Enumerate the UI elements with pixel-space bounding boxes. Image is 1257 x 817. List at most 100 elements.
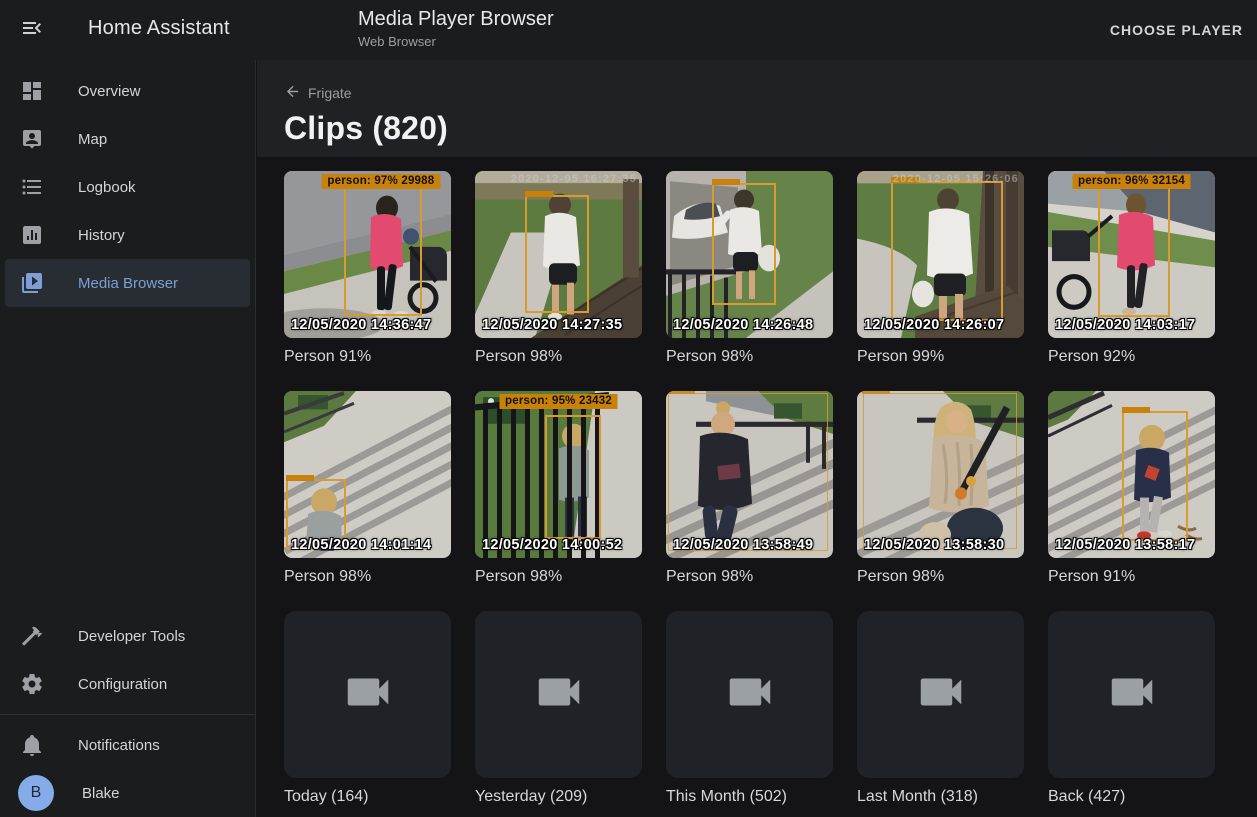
clip-timestamp: 12/05/2020 14:36:47	[291, 317, 431, 333]
sidebar-item-media-browser[interactable]: Media Browser	[5, 259, 250, 307]
sidebar-item-user-profile[interactable]: B Blake	[5, 769, 250, 817]
page-subtitle: Web Browser	[358, 34, 554, 49]
folder-label: Last Month (318)	[857, 786, 1024, 807]
sidebar: Overview Map Logbook History Media Brows…	[0, 60, 256, 817]
clip-card[interactable]: 12/05/2020 13:58:17 Person 91%	[1048, 391, 1215, 587]
user-name: Blake	[82, 785, 120, 802]
detection-bbox	[891, 181, 1003, 321]
folder-tile	[857, 611, 1024, 778]
folder-label: Yesterday (209)	[475, 786, 642, 807]
clip-card[interactable]: person: 95% 23432 12/05/2020 14:00:52 Pe…	[475, 391, 642, 587]
sidebar-toggle-button[interactable]	[18, 16, 46, 44]
clip-thumbnail: person: 96% 32154 12/05/2020 14:03:17	[1048, 171, 1215, 338]
clip-caption: Person 98%	[284, 566, 451, 587]
clip-caption: Person 98%	[857, 566, 1024, 587]
clip-thumbnail: person: 95% 23432 12/05/2020 14:00:52	[475, 391, 642, 558]
folder-label: Today (164)	[284, 786, 451, 807]
video-camera-icon	[914, 665, 968, 724]
clip-thumbnail: 12/05/2020 13:58:49	[666, 391, 833, 558]
detection-bbox	[525, 195, 589, 313]
page-heading: Media Player Browser Web Browser	[358, 8, 554, 49]
detection-label: person: 96% 32154	[1072, 174, 1191, 189]
section-title: Clips (820)	[284, 110, 1257, 147]
clip-thumbnail: 2020-12-05 15:26:06 12/05/2020 14:26:07	[857, 171, 1024, 338]
folder-label: Back (427)	[1048, 786, 1215, 807]
sidebar-item-label: Logbook	[78, 179, 136, 196]
folder-label: This Month (502)	[666, 786, 833, 807]
clip-caption: Person 99%	[857, 346, 1024, 367]
sidebar-item-developer-tools[interactable]: Developer Tools	[5, 612, 250, 660]
video-camera-icon	[341, 665, 395, 724]
sidebar-item-notifications[interactable]: Notifications	[5, 721, 250, 769]
clip-thumbnail: 12/05/2020 14:01:14	[284, 391, 451, 558]
clip-caption: Person 92%	[1048, 346, 1215, 367]
detection-label: person: 97% 29988	[321, 174, 440, 189]
clip-timestamp: 12/05/2020 13:58:17	[1055, 537, 1195, 553]
camera-osd-text: 2020-12-05 16:27:35	[511, 173, 637, 185]
clip-caption: Person 98%	[666, 346, 833, 367]
clip-thumbnail: 2020-12-05 16:27:35 12/05/2020 14:27:35	[475, 171, 642, 338]
folder-card-yesterday[interactable]: Yesterday (209)	[475, 611, 642, 807]
clip-card[interactable]: 12/05/2020 14:01:14 Person 98%	[284, 391, 451, 587]
clip-timestamp: 12/05/2020 14:27:35	[482, 317, 622, 333]
detection-label: person: 95% 23432	[499, 394, 618, 409]
sidebar-item-logbook[interactable]: Logbook	[5, 163, 250, 211]
folder-card-this-month[interactable]: This Month (502)	[666, 611, 833, 807]
clip-caption: Person 91%	[1048, 566, 1215, 587]
clip-thumbnail: 12/05/2020 13:58:30	[857, 391, 1024, 558]
video-camera-icon	[723, 665, 777, 724]
media-browser-panel: Frigate Clips (820)	[257, 60, 1257, 817]
sidebar-divider	[0, 714, 255, 715]
clip-thumbnail: person: 97% 29988 12/05/2020 14:36:47	[284, 171, 451, 338]
clip-caption: Person 91%	[284, 346, 451, 367]
clip-timestamp: 12/05/2020 14:03:17	[1055, 317, 1195, 333]
folder-card-back[interactable]: Back (427)	[1048, 611, 1215, 807]
detection-bbox	[1098, 185, 1170, 317]
clip-card[interactable]: person: 96% 32154 12/05/2020 14:03:17 Pe…	[1048, 171, 1215, 367]
clip-timestamp: 12/05/2020 14:00:52	[482, 537, 622, 553]
top-app-bar: Home Assistant Media Player Browser Web …	[0, 0, 1257, 60]
hammer-icon	[20, 624, 44, 648]
clip-thumbnail: 12/05/2020 14:26:48	[666, 171, 833, 338]
clip-timestamp: 12/05/2020 13:58:49	[673, 537, 813, 553]
sidebar-item-map[interactable]: Map	[5, 115, 250, 163]
breadcrumb-label: Frigate	[308, 85, 352, 101]
clip-caption: Person 98%	[475, 566, 642, 587]
list-bulleted-icon	[20, 175, 44, 199]
sidebar-item-history[interactable]: History	[5, 211, 250, 259]
folder-tile	[666, 611, 833, 778]
clip-thumbnail: 12/05/2020 13:58:17	[1048, 391, 1215, 558]
sidebar-item-label: Notifications	[78, 737, 160, 754]
detection-bbox	[1122, 411, 1188, 541]
clips-grid: person: 97% 29988 12/05/2020 14:36:47 Pe…	[284, 171, 1215, 807]
sidebar-item-configuration[interactable]: Configuration	[5, 660, 250, 708]
clip-caption: Person 98%	[666, 566, 833, 587]
clip-card[interactable]: person: 97% 29988 12/05/2020 14:36:47 Pe…	[284, 171, 451, 367]
clip-card[interactable]: 12/05/2020 13:58:49 Person 98%	[666, 391, 833, 587]
clip-card[interactable]: 2020-12-05 15:26:06 12/05/2020 14:26:07 …	[857, 171, 1024, 367]
folder-card-today[interactable]: Today (164)	[284, 611, 451, 807]
clip-card[interactable]: 2020-12-05 16:27:35 12/05/2020 14:27:35 …	[475, 171, 642, 367]
sidebar-item-overview[interactable]: Overview	[5, 67, 250, 115]
choose-player-button[interactable]: CHOOSE PLAYER	[1110, 0, 1243, 60]
video-camera-icon	[532, 665, 586, 724]
breadcrumb[interactable]: Frigate	[284, 60, 352, 103]
folder-card-last-month[interactable]: Last Month (318)	[857, 611, 1024, 807]
arrow-left-icon	[284, 83, 301, 103]
sidebar-item-label: Map	[78, 131, 107, 148]
sidebar-item-label: Media Browser	[78, 275, 178, 292]
folder-tile	[1048, 611, 1215, 778]
camera-osd-text: 2020-12-05 15:26:06	[893, 173, 1019, 185]
avatar: B	[18, 775, 54, 811]
sidebar-item-label: Overview	[78, 83, 141, 100]
clip-caption: Person 98%	[475, 346, 642, 367]
clip-card[interactable]: 12/05/2020 14:26:48 Person 98%	[666, 171, 833, 367]
sidebar-item-label: History	[78, 227, 125, 244]
detection-bbox	[712, 183, 776, 305]
history-chart-icon	[20, 223, 44, 247]
clip-card[interactable]: 12/05/2020 13:58:30 Person 98%	[857, 391, 1024, 587]
bell-icon	[20, 733, 44, 757]
clip-timestamp: 12/05/2020 13:58:30	[864, 537, 1004, 553]
folder-tile	[284, 611, 451, 778]
clip-timestamp: 12/05/2020 14:01:14	[291, 537, 431, 553]
